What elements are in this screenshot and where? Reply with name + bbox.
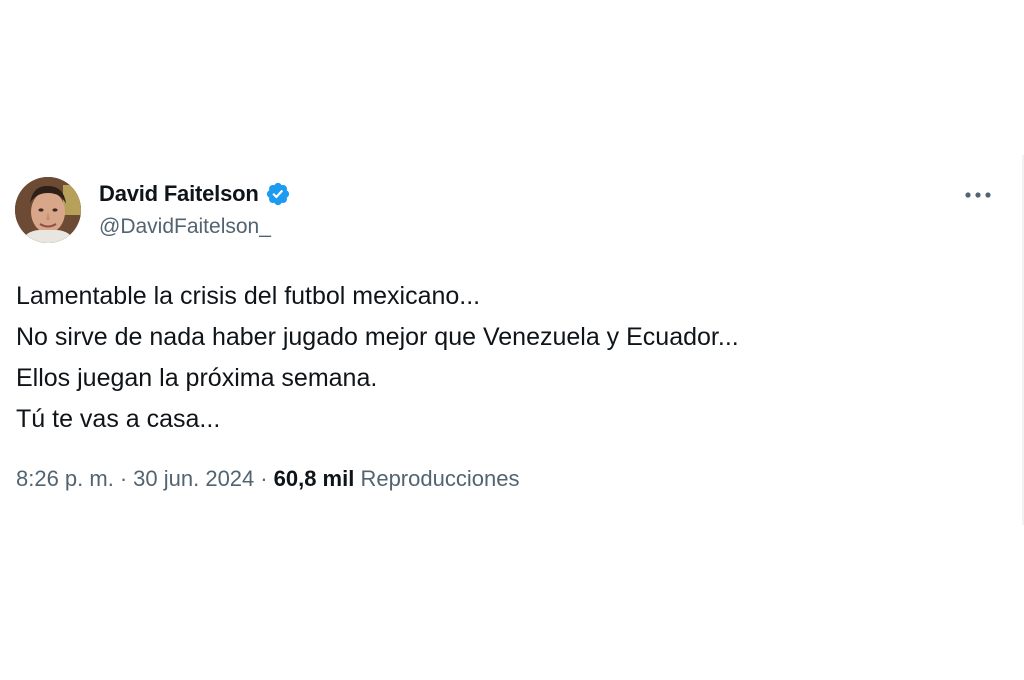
more-options-icon: [965, 192, 991, 198]
tweet-line: Lamentable la crisis del futbol mexicano…: [16, 282, 481, 310]
views-count: 60,8 mil: [273, 466, 355, 491]
author-display-name[interactable]: David Faitelson: [99, 181, 259, 207]
more-options-button[interactable]: [958, 183, 998, 207]
tweet-text: Lamentable la crisis del futbol mexicano…: [16, 276, 996, 440]
avatar-image: [15, 177, 81, 243]
avatar[interactable]: [15, 177, 81, 243]
verified-badge-icon: [265, 181, 291, 207]
tweet-metadata: 8:26 p. m. · 30 jun. 2024 · 60,8 mil Reprodu…: [16, 466, 519, 492]
separator: ·: [119, 466, 128, 491]
tweet-line: Tú te vas a casa...: [16, 405, 221, 433]
tweet-card[interactable]: David Faitelson @DavidFaitelson_ Lamenta…: [0, 155, 1024, 525]
tweet-date[interactable]: 30 jun. 2024: [133, 466, 254, 491]
views-label: Reproducciones: [360, 466, 520, 491]
name-row: David Faitelson: [99, 180, 291, 208]
tweet-line: No sirve de nada haber jugado mejor que …: [16, 323, 739, 351]
author-handle[interactable]: @DavidFaitelson_: [99, 215, 271, 239]
separator: ·: [260, 466, 268, 491]
tweet-time[interactable]: 8:26 p. m.: [16, 466, 114, 491]
tweet-line: Ellos juegan la próxima semana.: [16, 364, 378, 392]
